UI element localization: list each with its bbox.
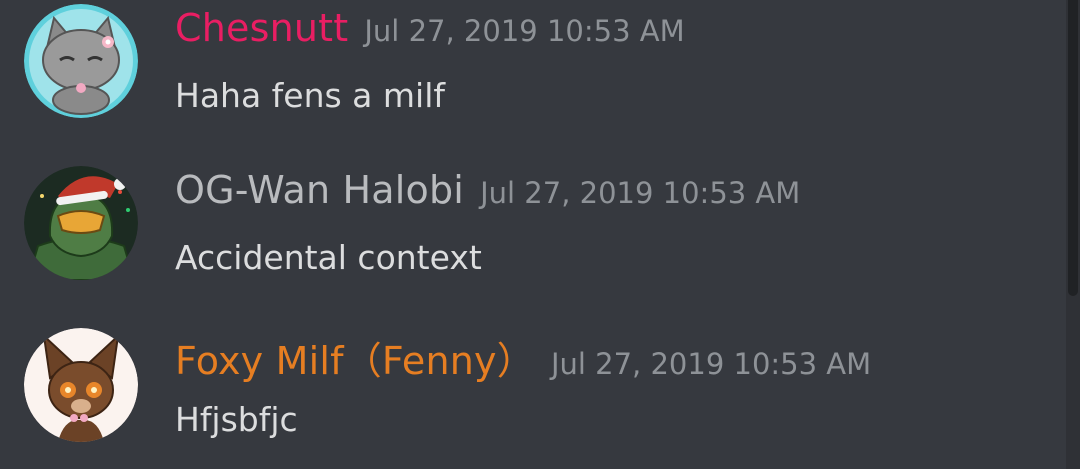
gray-cat-avatar[interactable] [24,4,138,118]
timestamp: Jul 27, 2019 10:53 AM [364,14,685,48]
message-text: Haha fens a milf [175,76,445,115]
scrollbar-track[interactable] [1066,0,1080,469]
master-chief-santa-hat-avatar[interactable] [24,166,138,280]
username[interactable]: OG-Wan Halobi [175,168,464,212]
message-text: Accidental context [175,238,482,277]
chat-message-list: Chesnutt Jul 27, 2019 10:53 AM Haha fens … [0,0,1080,469]
message-header: OG-Wan Halobi Jul 27, 2019 10:53 AM [175,168,800,212]
message-header: Foxy Milf（Fenny） Jul 27, 2019 10:53 AM [175,330,871,385]
timestamp: Jul 27, 2019 10:53 AM [550,347,872,381]
scrollbar-thumb[interactable] [1068,0,1078,296]
timestamp: Jul 27, 2019 10:53 AM [480,176,801,210]
username[interactable]: Foxy Milf（Fenny） [175,339,535,383]
message-item: Chesnutt Jul 27, 2019 10:53 AM Haha fens … [24,4,1054,124]
username[interactable]: Chesnutt [175,6,348,50]
message-header: Chesnutt Jul 27, 2019 10:53 AM [175,6,685,50]
brown-fox-avatar[interactable] [24,328,138,442]
message-text: Hfjsbfjc [175,400,298,439]
message-item: Foxy Milf（Fenny） Jul 27, 2019 10:53 AM Hf… [24,328,1054,448]
message-item: OG-Wan Halobi Jul 27, 2019 10:53 AM Accid… [24,166,1054,286]
